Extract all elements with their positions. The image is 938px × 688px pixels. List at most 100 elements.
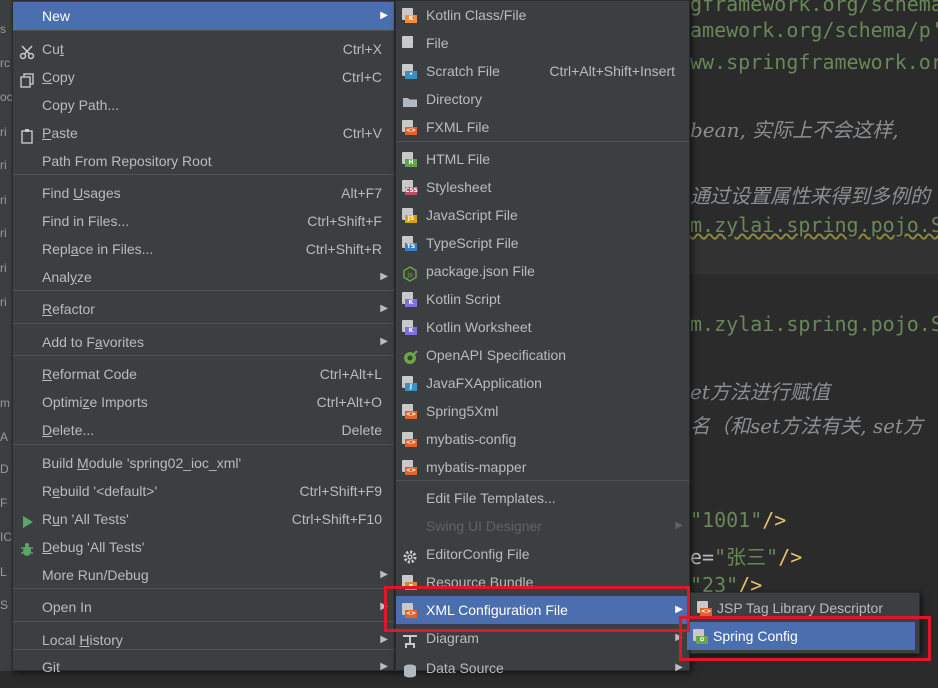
- fxml-file-icon: <>: [402, 120, 417, 135]
- xml-file-icon: <>: [402, 460, 417, 475]
- menu-analyze[interactable]: Analyze ▶: [13, 263, 394, 291]
- submenu-arrow-icon: ▶: [380, 10, 388, 21]
- project-tree-item-fragment: L: [0, 565, 7, 579]
- label-part: Find: [42, 185, 74, 201]
- menu-item-label: Kotlin Script: [426, 291, 501, 307]
- menu-separator: [13, 621, 394, 622]
- label-part: R: [42, 511, 53, 527]
- code-token: 通过设置属性来得到多例的: [690, 184, 930, 208]
- new-scratch-file[interactable]: • Scratch File Ctrl+Alt+Shift+Insert: [396, 57, 689, 85]
- new-html-file[interactable]: H HTML File: [396, 145, 689, 173]
- new-edit-file-templates[interactable]: Edit File Templates...: [396, 484, 689, 512]
- mnemonic: U: [73, 185, 84, 201]
- label-part: Repl: [42, 241, 71, 257]
- code-line: e="张三"/>: [690, 541, 802, 570]
- code-line: et方法进行赋值: [690, 376, 830, 405]
- menu-git[interactable]: Git ▶: [13, 653, 394, 681]
- project-tree-item-fragment: F: [0, 496, 8, 510]
- copy-icon: [19, 69, 35, 88]
- menu-paste[interactable]: Paste Ctrl+V: [13, 119, 394, 147]
- label-part: opy: [52, 69, 75, 85]
- submenu-arrow-icon: ▶: [380, 569, 388, 580]
- menu-build-module[interactable]: Build Module 'spring02_ioc_xml': [13, 449, 394, 477]
- menu-item-label: JavaFXApplication: [426, 375, 542, 391]
- new-javafx-application[interactable]: J JavaFXApplication: [396, 369, 689, 397]
- new-kotlin-class-file[interactable]: K Kotlin Class/File: [396, 1, 689, 29]
- code-line: ww.springframework.or: [690, 50, 938, 74]
- menu-run-all-tests[interactable]: Run 'All Tests' Ctrl+Shift+F10: [13, 505, 394, 533]
- menu-delete[interactable]: Delete... Delete: [13, 416, 394, 444]
- new-kotlin-script[interactable]: K Kotlin Script: [396, 285, 689, 313]
- menu-item-label: Analyze: [42, 263, 92, 291]
- label-part: New: [42, 8, 71, 24]
- label-part: Local: [42, 632, 80, 648]
- new-mybatis-config[interactable]: <> mybatis-config: [396, 425, 689, 453]
- code-line: amework.org/schema/p': [690, 18, 938, 42]
- new-openapi-spec[interactable]: OpenAPI Specification: [396, 341, 689, 369]
- menu-optimize-imports[interactable]: Optimize Imports Ctrl+Alt+O: [13, 388, 394, 416]
- shortcut-label: Ctrl+Alt+O: [316, 394, 382, 410]
- label-part: odule 'spring02_ioc_xml': [88, 455, 242, 471]
- menu-item-label: Open In: [42, 593, 92, 621]
- mnemonic: a: [94, 334, 103, 350]
- project-tool-window[interactable]: s rc oc ri ri ri ri ri ri m A D F IC L S: [0, 0, 12, 671]
- menu-add-to-favorites[interactable]: Add to Favorites ▶: [13, 328, 394, 356]
- new-package-json-file[interactable]: js package.json File: [396, 257, 689, 285]
- menu-cut[interactable]: Cut Ctrl+X: [13, 35, 394, 63]
- shortcut-label: Ctrl+Shift+F9: [299, 483, 382, 499]
- menu-item-label: Debug 'All Tests': [42, 533, 144, 561]
- code-line-text: m.zylai.spring.pojo.S: [690, 213, 938, 237]
- mnemonic: C: [42, 69, 53, 85]
- label-part: ce in Files...: [78, 241, 154, 257]
- new-data-source[interactable]: Data Source ▶: [396, 654, 689, 682]
- menu-item-label: New: [42, 2, 70, 30]
- menu-item-label: Paste: [42, 119, 78, 147]
- menu-open-in[interactable]: Open In ▶: [13, 593, 394, 621]
- mnemonic: y: [70, 269, 78, 285]
- new-kotlin-worksheet[interactable]: K Kotlin Worksheet: [396, 313, 689, 341]
- javafx-file-icon: J: [402, 376, 417, 391]
- new-editorconfig-file[interactable]: EditorConfig File: [396, 540, 689, 568]
- code-token: "张三": [714, 545, 779, 569]
- new-file[interactable]: File: [396, 29, 689, 57]
- menu-item-label: Cut: [42, 35, 64, 63]
- new-spring5xml[interactable]: <> Spring5Xml: [396, 397, 689, 425]
- menu-reformat-code[interactable]: Reformat Code Ctrl+Alt+L: [13, 360, 394, 388]
- new-typescript-file[interactable]: TS TypeScript File: [396, 229, 689, 257]
- code-line-text: et方法进行赋值: [690, 380, 830, 404]
- menu-find-in-files[interactable]: Find in Files... Ctrl+Shift+F: [13, 207, 394, 235]
- code-token: m.zylai.spring.pojo.S: [690, 213, 938, 237]
- menu-refactor[interactable]: Refactor ▶: [13, 295, 394, 323]
- label-part: aste: [51, 125, 78, 141]
- label-part: e Imports: [89, 394, 148, 410]
- project-tree-item-fragment: ri: [0, 125, 7, 139]
- menu-debug-all-tests[interactable]: Debug 'All Tests': [13, 533, 394, 561]
- code-line-text: amework.org/schema/p': [690, 18, 938, 42]
- menu-path-from-root[interactable]: Path From Repository Root: [13, 147, 394, 175]
- menu-item-label: Spring5Xml: [426, 403, 499, 419]
- tld-file-icon: <>: [697, 601, 712, 616]
- project-tree-item-fragment: A: [0, 430, 9, 444]
- menu-replace-in-files[interactable]: Replace in Files... Ctrl+Shift+R: [13, 235, 394, 263]
- menu-copy[interactable]: Copy Ctrl+C: [13, 63, 394, 91]
- shortcut-label: Ctrl+X: [342, 41, 382, 57]
- menu-find-usages[interactable]: Find Usages Alt+F7: [13, 179, 394, 207]
- new-stylesheet[interactable]: CSS Stylesheet: [396, 173, 689, 201]
- label-part: ze: [77, 269, 92, 285]
- menu-more-run-debug[interactable]: More Run/Debug ▶: [13, 561, 394, 589]
- menu-item-label: Delete...: [42, 416, 94, 444]
- new-fxml-file[interactable]: <> FXML File: [396, 113, 689, 141]
- new-directory[interactable]: Directory: [396, 85, 689, 113]
- label-part: istory: [89, 632, 123, 648]
- new-javascript-file[interactable]: JS JavaScript File: [396, 201, 689, 229]
- menu-local-history[interactable]: Local History ▶: [13, 626, 394, 654]
- project-tree-item-fragment: ri: [0, 261, 7, 275]
- shortcut-label: Delete: [341, 422, 382, 438]
- menu-rebuild[interactable]: Rebuild '<default>' Ctrl+Shift+F9: [13, 477, 394, 505]
- menu-new[interactable]: New ▶: [13, 2, 394, 30]
- context-menu: New ▶ Cut Ctrl+X Copy Ctrl+C Copy Path... Paste…: [12, 0, 395, 675]
- menu-separator: [13, 323, 394, 324]
- menu-copy-path[interactable]: Copy Path...: [13, 91, 394, 119]
- menu-item-label: HTML File: [426, 151, 491, 167]
- new-mybatis-mapper[interactable]: <> mybatis-mapper: [396, 453, 689, 481]
